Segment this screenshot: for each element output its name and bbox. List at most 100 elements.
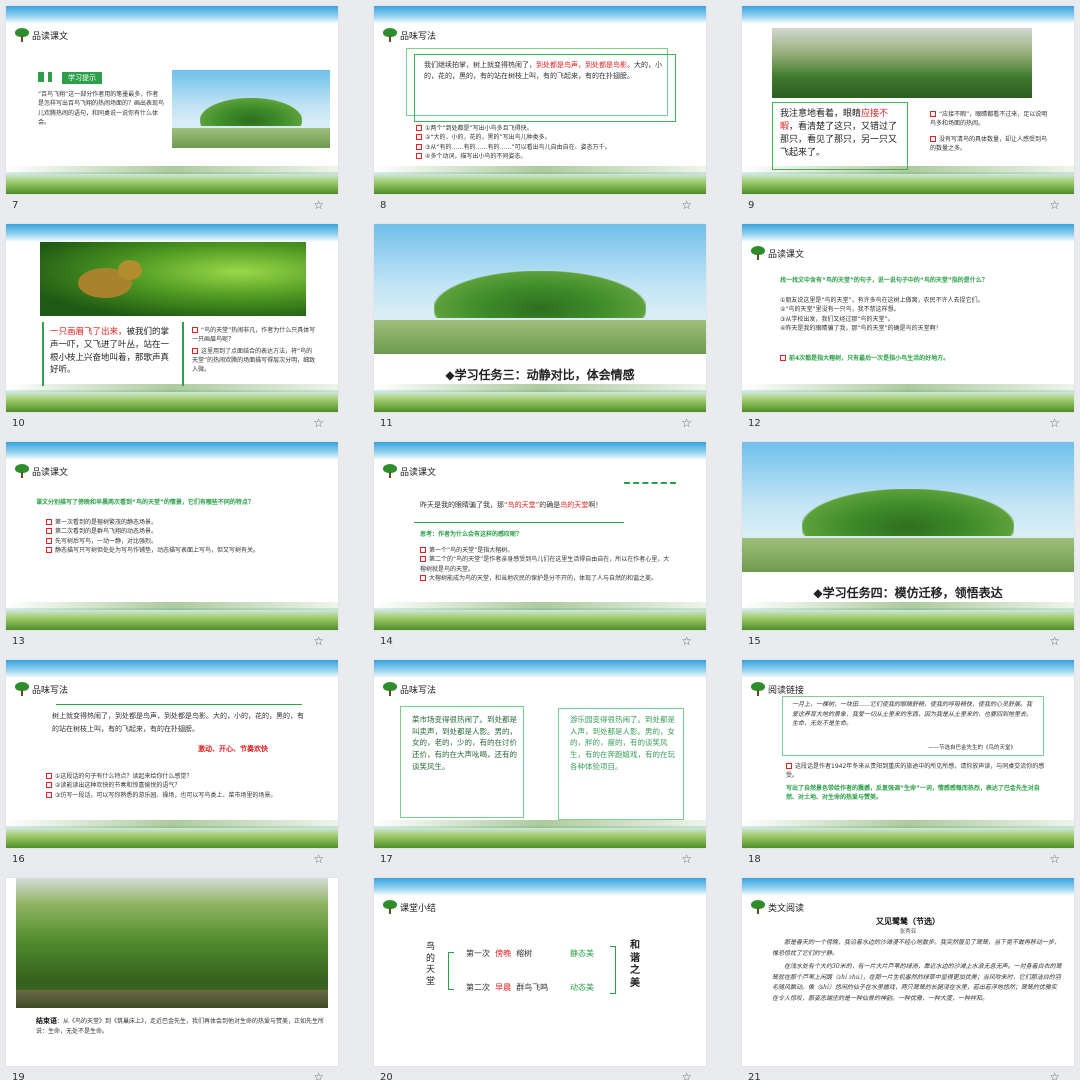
star-icon[interactable]: ☆ bbox=[1049, 1070, 1060, 1080]
slide-number: 21 bbox=[748, 1072, 761, 1080]
slide-header: 品读课文 bbox=[751, 246, 804, 260]
star-icon[interactable]: ☆ bbox=[1049, 198, 1060, 212]
slide-canvas: ◆学习任务三：动静对比，体会情感 bbox=[374, 224, 706, 412]
slide-thumb-18[interactable]: 阅读链接 一月上，一棵树，一块田……它们使我的眼睛舒畅，使我的呼吸畅快，使我的心… bbox=[742, 660, 1074, 868]
star-icon[interactable]: ☆ bbox=[681, 1070, 692, 1080]
slide-canvas: 品读课文 找一找文中含有“鸟的天堂”的句子，说一说句子中的“鸟的天堂”指的是什么… bbox=[742, 224, 1074, 412]
slide-canvas: 结束语：从《鸟的天堂》到《筑巢床上》，走近巴金先生，我们再体会到他对生命的热爱与… bbox=[6, 878, 338, 1066]
slide-number: 12 bbox=[748, 418, 761, 429]
sentence-list: ①朋友说这里是“鸟的天堂”，有许多鸟在这树上做窝，农民不许人去捉它们。 ②“鸟的… bbox=[780, 297, 984, 332]
slide-thumb-20[interactable]: 课堂小结 鸟的天堂 第一次 傍晚 榕树 静态美 第二次 早晨 群鸟飞鸣 动态美 … bbox=[374, 878, 706, 1080]
notes-list: 第一次看到的是榕树繁茂的静态场景。 第二次看到的是群鸟飞翔的动态场景。 先写树后… bbox=[46, 518, 326, 555]
tree-icon bbox=[750, 682, 766, 696]
slide-number: 19 bbox=[12, 1072, 25, 1080]
slide-header: 阅读链接 bbox=[751, 682, 804, 696]
tree-icon bbox=[750, 246, 766, 260]
conclusion-note: 写出了自然景色带给作者的震撼，反复强调“生命”一词，情感感慨而热烈，表达了巴金先… bbox=[786, 785, 1040, 802]
slide-thumb-14[interactable]: 品读课文 昨天是我的眼睛骗了我，那“鸟的天堂”的确是鸟的天堂啊！ 思考：作者为什… bbox=[374, 442, 706, 650]
star-icon[interactable]: ☆ bbox=[681, 416, 692, 430]
highlight-paragraph: 我们继续拍掌，树上就变得热闹了，到处都是鸟声，到处都是鸟影。大的，小的，花的，黑… bbox=[424, 61, 662, 81]
quote-source: ——节选自巴金先生的《鸟的天堂》 bbox=[928, 745, 1017, 751]
slide-number: 20 bbox=[380, 1072, 393, 1080]
notes-list: ①两个“到处都是”写出小鸟多且飞得快。 ②“大的，小的，花的，黑的”写出鸟儿种类… bbox=[416, 124, 686, 161]
reading-title: 又见鹭鸶（节选） bbox=[876, 917, 940, 926]
star-icon[interactable]: ☆ bbox=[681, 852, 692, 866]
notes-list: 第一个“鸟的天堂”是指大榕树。 第二个的“鸟的天堂”是作者亲身感受到鸟儿们在这里… bbox=[420, 547, 670, 582]
star-icon[interactable]: ☆ bbox=[313, 416, 324, 430]
star-icon[interactable]: ☆ bbox=[1049, 852, 1060, 866]
slide-header: 品味写法 bbox=[383, 682, 436, 696]
slide-canvas: 我注意地看着，眼睛应接不暇，看清楚了这只，又错过了那只，看见了那只，另一只又飞起… bbox=[742, 6, 1074, 194]
slide-number: 16 bbox=[12, 854, 25, 865]
task-item: 这段话是作者1942年冬来从贵阳到重庆的旅途中的所见所感，请你放声读，与同桌交流… bbox=[786, 763, 1045, 780]
island-photo bbox=[172, 70, 330, 148]
slide-thumb-12[interactable]: 品读课文 找一找文中含有“鸟的天堂”的句子，说一说句子中的“鸟的天堂”指的是什么… bbox=[742, 224, 1074, 432]
slide-thumb-19[interactable]: 结束语：从《鸟的天堂》到《筑巢床上》，走近巴金先生，我们再体会到他对生命的热爱与… bbox=[6, 878, 338, 1080]
star-icon[interactable]: ☆ bbox=[313, 198, 324, 212]
question-text: 课文分别描写了傍晚和早晨两次看到“鸟的天堂”的情景，它们有哪些不同的特点？ bbox=[36, 499, 254, 506]
slide-canvas: 品味写法 菜市场变得很热闹了。到处都是叫卖声，到处都是人影。男的，女的，老的，少… bbox=[374, 660, 706, 848]
star-icon[interactable]: ☆ bbox=[313, 852, 324, 866]
slide-thumb-10[interactable]: 一只画眉飞了出来，被我们的掌声一吓，又飞进了叶丛，站在一根小枝上兴奋地叫着，那歌… bbox=[6, 224, 338, 432]
star-icon[interactable]: ☆ bbox=[313, 1070, 324, 1080]
task-title: ◆学习任务三：动静对比，体会情感 bbox=[445, 368, 635, 382]
summary-row-1: 第一次 傍晚 榕树 bbox=[466, 949, 533, 958]
question-text: 思考：作者为什么会有这样的感叹呢？ bbox=[420, 531, 523, 538]
slide-thumb-8[interactable]: 品味写法 我们继续拍掌，树上就变得热闹了，到处都是鸟声，到处都是鸟影。大的，小的… bbox=[374, 6, 706, 214]
star-icon[interactable]: ☆ bbox=[681, 198, 692, 212]
slide-thumb-16[interactable]: 品味写法 树上就变得热闹了，到处都是鸟声，到处都是鸟影。大的，小的，花的，黑的，… bbox=[6, 660, 338, 868]
star-icon[interactable]: ☆ bbox=[681, 634, 692, 648]
main-sentence: 一只画眉飞了出来，被我们的掌声一吓，又飞进了叶丛，站在一根小枝上兴奋地叫着，那歌… bbox=[50, 327, 170, 376]
closing-remark: 结束语：从《鸟的天堂》到《筑巢床上》，走近巴金先生，我们再体会到他对生命的热爱与… bbox=[36, 1017, 325, 1035]
slide-thumb-9[interactable]: 我注意地看着，眼睛应接不暇，看清楚了这只，又错过了那只，看见了那只，另一只又飞起… bbox=[742, 6, 1074, 214]
slide-canvas: ◆学习任务四：模仿迁移，领悟表达 bbox=[742, 442, 1074, 630]
slide-canvas: 一只画眉飞了出来，被我们的掌声一吓，又飞进了叶丛，站在一根小枝上兴奋地叫着，那歌… bbox=[6, 224, 338, 412]
slide-thumb-15[interactable]: ◆学习任务四：模仿迁移，领悟表达 15 ☆ bbox=[742, 442, 1074, 650]
reading-p2: 在浅水处有个大约30米的，有一片大片芦苇的绿洲，靠近水边的沙滩上水浪无息无声。一… bbox=[772, 963, 1062, 1002]
slide-canvas: 课堂小结 鸟的天堂 第一次 傍晚 榕树 静态美 第二次 早晨 群鸟飞鸣 动态美 … bbox=[374, 878, 706, 1066]
reading-p1: 那是春天的一个傍晚，我沿着水边的沙滩漫不经心地散步。我突然瞥见了鹭鸶，当下竟不敢… bbox=[772, 939, 1061, 957]
slide-header: 课堂小结 bbox=[383, 900, 436, 914]
slide-header: 品读课文 bbox=[15, 28, 68, 42]
slide-number: 8 bbox=[380, 200, 387, 211]
task-title: ◆学习任务四：模仿迁移，领悟表达 bbox=[813, 586, 1003, 600]
slide-canvas: 品读课文 学习提示 “百鸟飞翔”这一部分作者用的笔墨最多，作者是怎样写出百鸟飞翔… bbox=[6, 6, 338, 194]
slide-canvas: 品味写法 我们继续拍掌，树上就变得热闹了，到处都是鸟声，到处都是鸟影。大的，小的… bbox=[374, 6, 706, 194]
slide-thumb-11[interactable]: ◆学习任务三：动静对比，体会情感 11 ☆ bbox=[374, 224, 706, 432]
slide-header: 品味写法 bbox=[15, 682, 68, 696]
slide-thumb-7[interactable]: 品读课文 学习提示 “百鸟飞翔”这一部分作者用的笔墨最多，作者是怎样写出百鸟飞翔… bbox=[6, 6, 338, 214]
dynamic-beauty: 动态美 bbox=[570, 983, 594, 992]
island-photo bbox=[742, 442, 1074, 572]
market-example: 菜市场变得很热闹了。到处都是叫卖声，到处都是人影。男的，女的，老的，少的，有的在… bbox=[412, 715, 517, 771]
star-icon[interactable]: ☆ bbox=[1049, 416, 1060, 430]
slide-thumb-13[interactable]: 品读课文 课文分别描写了傍晚和早晨两次看到“鸟的天堂”的情景，它们有哪些不同的特… bbox=[6, 442, 338, 650]
highlight-sentence: 昨天是我的眼睛骗了我，那“鸟的天堂”的确是鸟的天堂啊！ bbox=[420, 501, 603, 509]
slide-number: 10 bbox=[12, 418, 25, 429]
slide-header: 类文阅读 bbox=[751, 900, 804, 914]
summary-row-2: 第二次 早晨 群鸟飞鸣 bbox=[466, 983, 549, 992]
thrush-photo bbox=[40, 242, 306, 316]
slide-canvas: 品读课文 课文分别描写了傍晚和早晨两次看到“鸟的天堂”的情景，它们有哪些不同的特… bbox=[6, 442, 338, 630]
tree-icon bbox=[382, 464, 398, 478]
slide-header: 品读课文 bbox=[383, 464, 436, 478]
slide-header: 品读课文 bbox=[15, 464, 68, 478]
slide-number: 7 bbox=[12, 200, 19, 211]
tree-icon bbox=[14, 28, 30, 42]
slide-canvas: 品味写法 树上就变得热闹了，到处都是鸟声，到处都是鸟影。大的，小的，花的，黑的，… bbox=[6, 660, 338, 848]
banyan-photo bbox=[16, 878, 328, 1008]
star-icon[interactable]: ☆ bbox=[313, 634, 324, 648]
tree-icon bbox=[750, 900, 766, 914]
tip-tag: 学习提示 bbox=[62, 72, 102, 84]
slide-canvas: 类文阅读 又见鹭鸶（节选） 张秀亚 那是春天的一个傍晚，我沿着水边的沙滩漫不经心… bbox=[742, 878, 1074, 1066]
slide-thumb-21[interactable]: 类文阅读 又见鹭鸶（节选） 张秀亚 那是春天的一个傍晚，我沿着水边的沙滩漫不经心… bbox=[742, 878, 1074, 1080]
star-icon[interactable]: ☆ bbox=[1049, 634, 1060, 648]
tree-icon bbox=[382, 900, 398, 914]
slide-canvas: 阅读链接 一月上，一棵树，一块田……它们使我的眼睛舒畅，使我的呼吸畅快，使我的心… bbox=[742, 660, 1074, 848]
slide-canvas: 品读课文 昨天是我的眼睛骗了我，那“鸟的天堂”的确是鸟的天堂啊！ 思考：作者为什… bbox=[374, 442, 706, 630]
birds-photo bbox=[772, 28, 1032, 98]
notes-list: “应接不暇”，眼睛都看不过来，足以说明鸟多和场面的热闹。 没有写清鸟的具体数量，… bbox=[930, 111, 1048, 152]
model-paragraph: 树上就变得热闹了，到处都是鸟声，到处都是鸟影。大的，小的，花的，黑的，有的站在树… bbox=[52, 712, 304, 733]
harmony-vertical: 和谐之美 bbox=[630, 940, 640, 989]
slide-thumb-17[interactable]: 品味写法 菜市场变得很热闹了。到处都是叫卖声，到处都是人影。男的，女的，老的，少… bbox=[374, 660, 706, 868]
task-list: ①这段话的句子有什么特点？读起来给你什么感觉？ ②读能读出这种欢快的节奏和惊喜愉… bbox=[46, 772, 316, 800]
